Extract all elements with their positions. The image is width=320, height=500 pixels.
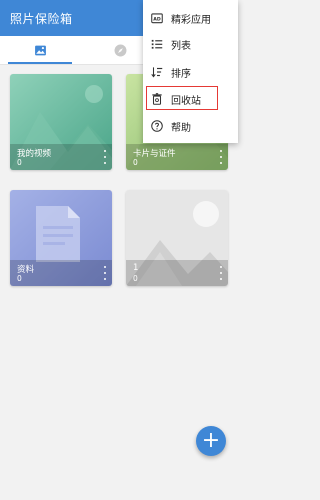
- album-card-my-videos[interactable]: 我的视频 0: [10, 74, 112, 170]
- album-card-1[interactable]: 1 0: [126, 190, 228, 286]
- menu-label: 精彩应用: [171, 14, 211, 26]
- svg-text:AD: AD: [153, 17, 161, 23]
- photo-icon: [34, 45, 46, 55]
- more-vert-icon[interactable]: [102, 266, 108, 280]
- menu-label: 列表: [171, 40, 191, 52]
- overflow-menu: AD 精彩应用 列表 排序 回收站 帮助: [143, 0, 238, 143]
- album-info: 卡片与证件 0: [126, 144, 228, 170]
- menu-item-list[interactable]: 列表: [143, 32, 238, 56]
- ad-icon: AD: [151, 13, 163, 24]
- more-vert-icon[interactable]: [218, 266, 224, 280]
- menu-item-featured-apps[interactable]: AD 精彩应用: [143, 6, 238, 30]
- menu-label: 帮助: [171, 122, 191, 134]
- app-title: 照片保险箱: [10, 12, 73, 26]
- album-count: 0: [133, 158, 138, 167]
- album-card-documents[interactable]: 资料 0: [10, 190, 112, 286]
- album-count: 0: [17, 158, 22, 167]
- menu-label: 排序: [171, 68, 191, 80]
- album-info: 我的视频 0: [10, 144, 112, 170]
- help-icon: [151, 120, 163, 132]
- album-count: 0: [17, 274, 22, 283]
- menu-item-help[interactable]: 帮助: [143, 114, 238, 138]
- menu-item-recycle-bin[interactable]: 回收站: [143, 87, 238, 111]
- compass-icon: [114, 44, 126, 56]
- album-info: 资料 0: [10, 260, 112, 286]
- album-count: 0: [133, 274, 138, 283]
- list-icon: [151, 39, 163, 49]
- album-name: 卡片与证件: [133, 149, 176, 159]
- menu-label: 回收站: [171, 95, 201, 107]
- sort-icon: [151, 67, 163, 78]
- recycle-bin-icon: [152, 93, 162, 105]
- plus-icon: +: [201, 428, 221, 453]
- album-info: 1 0: [126, 260, 228, 286]
- album-name: 我的视频: [17, 149, 52, 159]
- album-name: 1: [133, 263, 139, 273]
- more-vert-icon[interactable]: [218, 150, 224, 164]
- add-button[interactable]: +: [196, 426, 226, 456]
- menu-item-sort[interactable]: 排序: [143, 60, 238, 84]
- more-vert-icon[interactable]: [102, 150, 108, 164]
- tab-photos[interactable]: [0, 36, 80, 64]
